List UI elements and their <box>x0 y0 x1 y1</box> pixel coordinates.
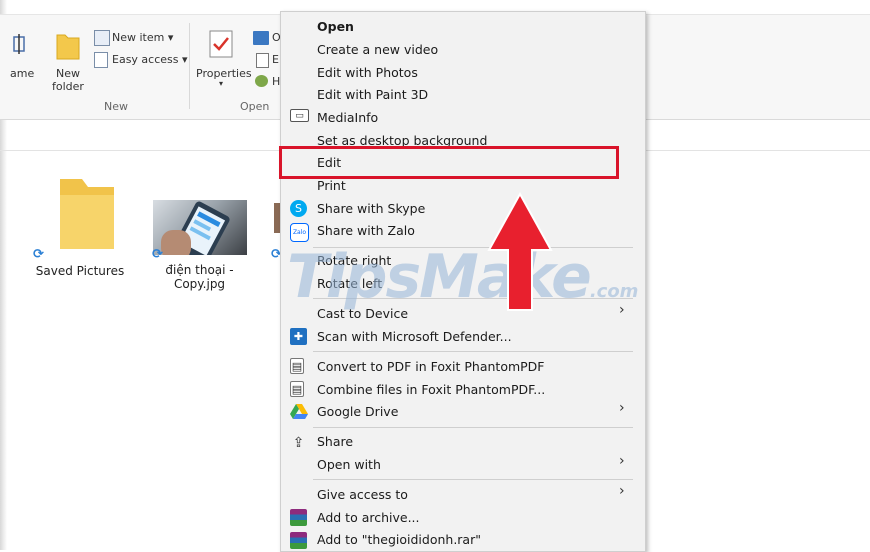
properties-icon <box>208 29 234 62</box>
share-icon: ⇪ <box>292 434 305 451</box>
menu-item-edit-photos[interactable]: Edit with Photos <box>317 62 418 84</box>
menu-item-share[interactable]: Share <box>317 431 353 453</box>
watermark: TipsMake.com <box>287 242 638 312</box>
menu-item-combine-foxit[interactable]: Combine files in Foxit PhantomPDF... <box>317 379 545 401</box>
folder-saved-pictures[interactable]: Saved Pictures <box>30 175 130 278</box>
new-folder-label-2: folder <box>52 80 84 93</box>
new-item-icon <box>94 30 110 46</box>
properties-dropdown-icon[interactable]: ▾ <box>219 79 223 88</box>
chevron-right-icon: › <box>619 453 625 469</box>
red-arrow-annotation <box>487 191 553 312</box>
winrar-icon <box>290 532 307 549</box>
defender-shield-icon: ✚ <box>290 328 307 345</box>
foxit-combine-icon: ▤ <box>290 381 304 397</box>
rename-button-label[interactable]: ame <box>10 67 34 80</box>
watermark-suffix: .com <box>589 281 639 302</box>
folder-icon <box>44 175 130 256</box>
edit-button-partial[interactable]: E <box>272 53 279 66</box>
file-label-line2: Copy.jpg <box>173 277 226 291</box>
menu-separator <box>313 351 633 352</box>
file-dien-thoai-copy[interactable]: điện thoại - Copy.jpg <box>147 200 252 291</box>
chevron-right-icon: › <box>619 400 625 416</box>
ribbon-separator <box>189 23 190 109</box>
menu-item-open-with[interactable]: Open with <box>317 454 381 476</box>
new-folder-icon <box>55 31 81 64</box>
menu-item-create-video[interactable]: Create a new video <box>317 39 438 61</box>
google-drive-icon <box>290 404 308 423</box>
skype-icon: S <box>290 200 307 217</box>
highlight-box <box>279 146 619 179</box>
menu-item-convert-pdf-foxit[interactable]: Convert to PDF in Foxit PhantomPDF <box>317 356 545 378</box>
history-icon <box>255 75 268 87</box>
foxit-convert-icon: ▤ <box>290 358 304 374</box>
new-folder-button[interactable]: New folder <box>52 67 84 93</box>
menu-item-add-to-archive[interactable]: Add to archive... <box>317 507 420 529</box>
sync-icon: ⟳ <box>33 247 44 262</box>
mediainfo-icon: ▭ <box>290 109 309 122</box>
sync-icon: ⟳ <box>152 247 163 262</box>
file-label-line1: điện thoại - <box>165 263 234 277</box>
menu-separator <box>313 427 633 428</box>
new-item-button[interactable]: New item ▾ <box>112 31 173 44</box>
winrar-icon <box>290 509 307 526</box>
menu-item-google-drive[interactable]: Google Drive <box>317 401 398 423</box>
zalo-icon: Zalo <box>290 223 309 242</box>
edit-doc-icon <box>256 53 269 68</box>
menu-separator <box>313 479 633 480</box>
menu-item-give-access[interactable]: Give access to <box>317 484 408 506</box>
folder-label: Saved Pictures <box>35 264 125 278</box>
rename-icon <box>12 33 26 54</box>
easy-access-button[interactable]: Easy access ▾ <box>112 53 188 66</box>
open-photo-icon <box>253 31 269 45</box>
menu-item-share-skype[interactable]: Share with Skype <box>317 198 425 220</box>
menu-item-share-zalo[interactable]: Share with Zalo <box>317 220 415 242</box>
image-thumbnail <box>153 200 247 255</box>
menu-item-scan-defender[interactable]: Scan with Microsoft Defender... <box>317 326 512 348</box>
menu-item-open[interactable]: Open <box>317 16 354 38</box>
group-label-open: Open <box>240 100 270 113</box>
properties-button[interactable]: Properties <box>196 67 252 80</box>
menu-item-add-to-rar[interactable]: Add to "thegioididonh.rar" <box>317 529 481 551</box>
menu-item-edit-paint3d[interactable]: Edit with Paint 3D <box>317 84 428 106</box>
chevron-right-icon: › <box>619 483 625 499</box>
group-label-new: New <box>104 100 128 113</box>
menu-item-mediainfo[interactable]: MediaInfo <box>317 107 378 129</box>
easy-access-icon <box>94 52 108 68</box>
new-folder-label-1: New <box>55 67 80 80</box>
